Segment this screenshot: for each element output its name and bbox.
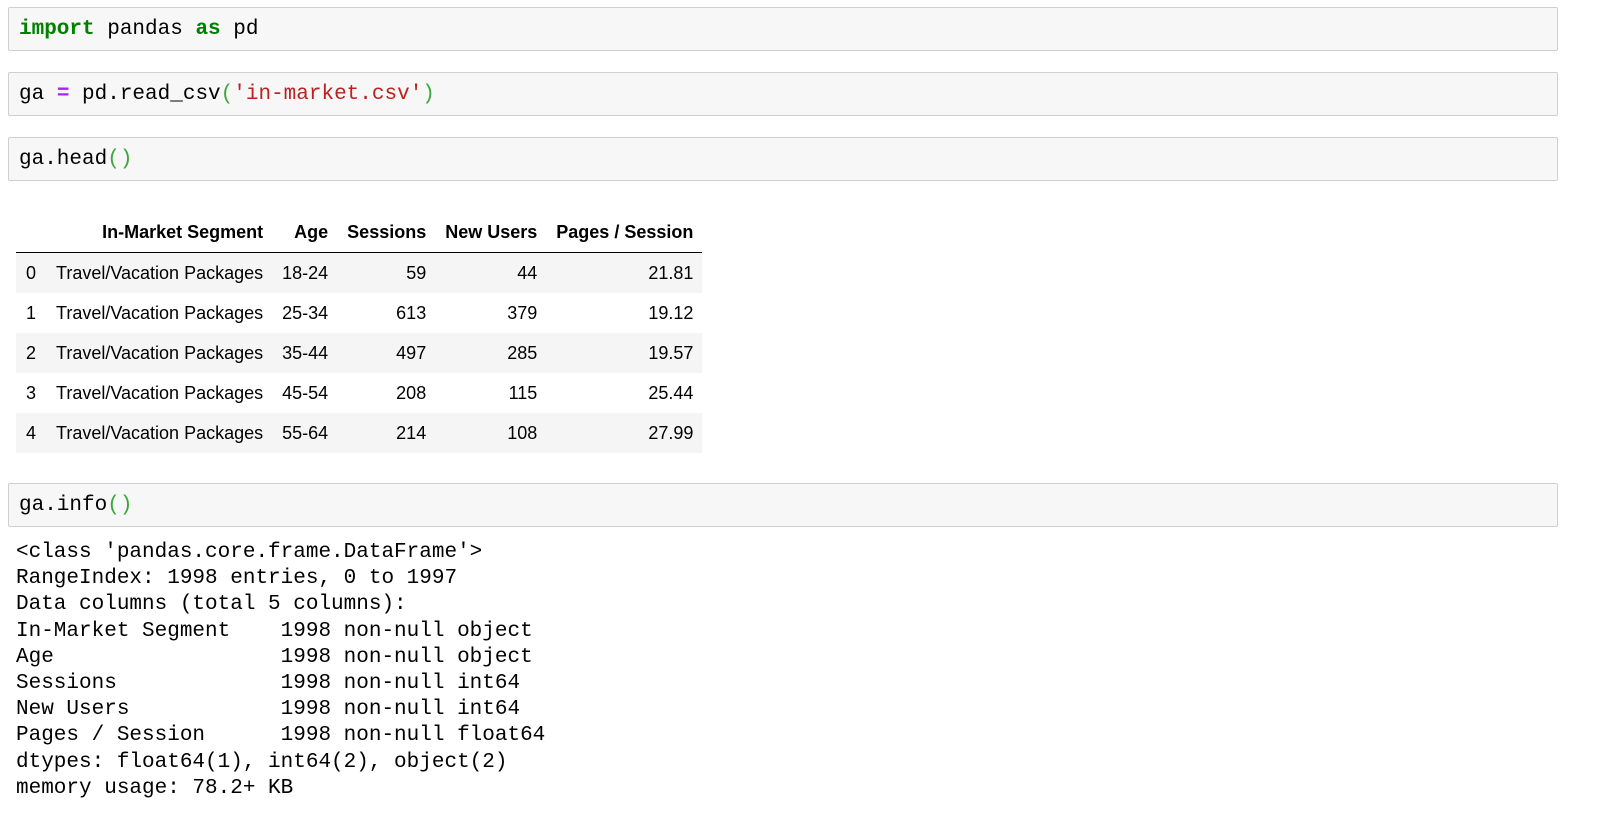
cell-age: 18-24 — [282, 262, 329, 283]
function-call: ga.info — [19, 494, 108, 517]
cell-age: 45-54 — [282, 382, 329, 403]
row-index: 0 — [26, 262, 37, 283]
cell-segment: Travel/Vacation Packages — [56, 422, 264, 443]
row-index: 4 — [26, 422, 37, 443]
string-literal: 'in-market.csv' — [233, 83, 423, 106]
row-index: 3 — [26, 382, 37, 403]
code-cell-import[interactable]: import pandas as pd — [8, 7, 1558, 51]
info-line-column: New Users 1998 non-null int64 — [16, 698, 521, 722]
cell-age: 25-34 — [282, 302, 329, 323]
table-row: 1 Travel/Vacation Packages 25-34 613 379… — [16, 293, 702, 333]
info-line-dtypes: dtypes: float64(1), int64(2), object(2) — [16, 750, 508, 774]
close-paren: ) — [422, 83, 435, 106]
keyword-import: import — [19, 18, 95, 41]
info-line-column: Age 1998 non-null object — [16, 645, 533, 669]
cell-age: 35-44 — [282, 342, 329, 363]
cell-sessions: 613 — [396, 302, 427, 323]
table-row: 3 Travel/Vacation Packages 45-54 208 115… — [16, 373, 702, 413]
info-output-text: <class 'pandas.core.frame.DataFrame'> Ra… — [16, 540, 545, 802]
call-parens: () — [107, 148, 133, 171]
column-header: In-Market Segment — [46, 212, 273, 253]
cell-pages-per-session: 19.57 — [648, 342, 694, 363]
cell-new-users: 115 — [508, 382, 538, 403]
cell-segment: Travel/Vacation Packages — [56, 342, 264, 363]
column-header: New Users — [435, 212, 547, 253]
code-cell-info[interactable]: ga.info() — [8, 483, 1558, 527]
cell-new-users: 379 — [507, 302, 538, 323]
column-header: Pages / Session — [546, 212, 703, 253]
info-line-column: In-Market Segment 1998 non-null object — [16, 619, 533, 643]
module-name: pandas — [94, 18, 196, 41]
row-index: 1 — [26, 302, 37, 323]
cell-age: 55-64 — [282, 422, 329, 443]
cell-pages-per-session: 21.81 — [648, 262, 694, 283]
info-line-column: Pages / Session 1998 non-null float64 — [16, 724, 546, 748]
info-line-class: <class 'pandas.core.frame.DataFrame'> — [16, 541, 483, 564]
assign-operator: = — [56, 83, 70, 106]
variable-name: ga — [19, 83, 57, 106]
keyword-as: as — [195, 18, 221, 41]
table-header-row: In-Market Segment Age Sessions New Users… — [16, 212, 703, 253]
column-header: Sessions — [337, 212, 436, 253]
column-header: Age — [272, 212, 338, 253]
column-header-index — [16, 212, 47, 253]
cell-pages-per-session: 25.44 — [648, 382, 694, 403]
table-row: 0 Travel/Vacation Packages 18-24 59 44 2… — [16, 252, 703, 293]
module-alias: pd — [220, 18, 259, 41]
cell-segment: Travel/Vacation Packages — [56, 382, 264, 403]
row-index: 2 — [26, 342, 37, 363]
info-line-memory: memory usage: 78.2+ KB — [16, 776, 294, 800]
cell-segment: Travel/Vacation Packages — [56, 262, 264, 283]
dataframe-output-table: In-Market Segment Age Sessions New Users… — [16, 212, 703, 453]
cell-pages-per-session: 27.99 — [648, 422, 694, 443]
cell-new-users: 44 — [517, 262, 538, 283]
info-line-range-index: RangeIndex: 1998 entries, 0 to 1997 — [16, 567, 458, 591]
cell-sessions: 497 — [396, 342, 427, 363]
code-cell-head[interactable]: ga.head() — [8, 137, 1558, 181]
cell-segment: Travel/Vacation Packages — [56, 302, 264, 323]
code-cell-read-csv[interactable]: ga = pd.read_csv('in-market.csv') — [8, 72, 1558, 116]
table-row: 4 Travel/Vacation Packages 55-64 214 108… — [16, 413, 703, 453]
cell-new-users: 108 — [507, 422, 538, 443]
call-parens: () — [107, 494, 133, 517]
cell-sessions: 208 — [396, 382, 427, 403]
cell-pages-per-session: 19.12 — [648, 302, 694, 323]
function-call: pd.read_csv — [69, 83, 221, 106]
info-line-data-columns: Data columns (total 5 columns): — [16, 593, 407, 617]
cell-new-users: 285 — [507, 342, 538, 363]
info-line-column: Sessions 1998 non-null int64 — [16, 672, 521, 696]
cell-sessions: 59 — [406, 262, 427, 283]
table-row: 2 Travel/Vacation Packages 35-44 497 285… — [16, 333, 703, 373]
function-call: ga.head — [19, 148, 108, 171]
cell-sessions: 214 — [396, 422, 427, 443]
open-paren: ( — [220, 83, 234, 106]
